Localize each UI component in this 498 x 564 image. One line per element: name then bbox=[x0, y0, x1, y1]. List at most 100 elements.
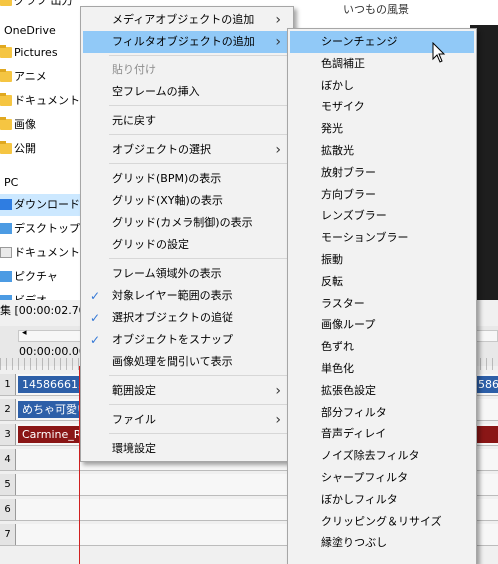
menu-item-label: 画像処理を間引いて表示 bbox=[112, 355, 233, 368]
nav-item[interactable]: Pictures bbox=[0, 42, 90, 64]
menu-item-label: 範囲設定 bbox=[112, 384, 156, 397]
filter-item-label: シーンチェンジ bbox=[321, 35, 398, 48]
filter-menu-item[interactable]: ぼかしフィルタ bbox=[290, 489, 474, 511]
context-menu-item[interactable]: ファイル › bbox=[83, 409, 291, 431]
menu-item-label: フィルタオブジェクトの追加 bbox=[112, 35, 255, 48]
submenu-arrow-icon: › bbox=[275, 142, 281, 158]
context-menu-item[interactable]: ✓ 対象レイヤー範囲の表示 bbox=[83, 285, 291, 307]
context-menu-item[interactable]: フレーム領域外の表示 bbox=[83, 263, 291, 285]
filter-menu-item[interactable]: シーンチェンジ bbox=[290, 31, 474, 53]
context-menu-item[interactable]: 環境設定 bbox=[83, 438, 291, 460]
context-menu-item[interactable]: グリッドの設定 bbox=[83, 234, 291, 256]
nav-item-fragment[interactable]: グラフ 出力 bbox=[0, 0, 90, 12]
filter-menu-item[interactable]: 音声ディレイ bbox=[290, 423, 474, 445]
context-menu-item[interactable]: 空フレームの挿入 bbox=[83, 81, 291, 103]
download-folder-icon bbox=[0, 199, 12, 210]
mouse-pointer-icon bbox=[432, 42, 446, 63]
filter-menu-item[interactable]: 拡散光 bbox=[290, 140, 474, 162]
filter-menu-item[interactable]: レンズブラー bbox=[290, 205, 474, 227]
menu-separator bbox=[109, 404, 289, 405]
filter-menu-item[interactable]: 単色化 bbox=[290, 358, 474, 380]
filter-menu-item[interactable]: 方向ブラー bbox=[290, 184, 474, 206]
filter-menu-item[interactable]: 画像ループ bbox=[290, 314, 474, 336]
filter-menu-item[interactable]: 色調補正 bbox=[290, 53, 474, 75]
menu-separator bbox=[109, 105, 289, 106]
context-menu-item[interactable]: 範囲設定 › bbox=[83, 380, 291, 402]
menu-separator bbox=[109, 134, 289, 135]
menu-item-label: 環境設定 bbox=[112, 442, 156, 455]
context-menu-item[interactable]: オブジェクトの選択 › bbox=[83, 139, 291, 161]
layer-number[interactable]: 3 bbox=[0, 424, 16, 445]
context-menu-item[interactable]: グリッド(カメラ制御)の表示 bbox=[83, 212, 291, 234]
layer-number[interactable]: 2 bbox=[0, 399, 16, 420]
menu-item-label: グリッド(カメラ制御)の表示 bbox=[112, 216, 253, 229]
context-menu-item[interactable]: 画像処理を間引いて表示 bbox=[83, 351, 291, 373]
context-menu-item[interactable]: グリッド(BPM)の表示 bbox=[83, 168, 291, 190]
timeline-clip[interactable]: 5866 bbox=[476, 376, 498, 393]
submenu-arrow-icon: › bbox=[275, 34, 281, 50]
nav-item-label: 画像 bbox=[14, 118, 36, 131]
context-menu-item[interactable]: ✓ 選択オブジェクトの追従 bbox=[83, 307, 291, 329]
filter-menu-item[interactable]: 振動 bbox=[290, 249, 474, 271]
nav-item[interactable]: OneDrive bbox=[0, 20, 90, 42]
scroll-left-arrow-icon[interactable]: ◂ bbox=[22, 328, 27, 338]
filter-item-label: 拡張色設定 bbox=[321, 383, 376, 397]
filter-menu-item[interactable]: 色ずれ bbox=[290, 336, 474, 358]
menu-separator bbox=[109, 55, 289, 56]
nav-item-label: 公開 bbox=[14, 142, 36, 155]
filter-menu-item[interactable]: モザイク bbox=[290, 96, 474, 118]
nav-item[interactable]: 画像 bbox=[0, 114, 90, 136]
filter-menu-item[interactable]: 縁塗りつぶし bbox=[290, 532, 474, 554]
context-menu-item[interactable]: メディアオブジェクトの追加 › bbox=[83, 9, 291, 31]
layer-number[interactable]: 4 bbox=[0, 449, 16, 470]
folder-icon bbox=[0, 93, 12, 106]
layer-number[interactable]: 1 bbox=[0, 374, 16, 395]
menu-separator bbox=[109, 163, 289, 164]
menu-item-label: オブジェクトをスナップ bbox=[112, 333, 233, 346]
filter-menu-item[interactable]: ぼかし bbox=[290, 75, 474, 97]
nav-item[interactable]: ドキュメント bbox=[0, 242, 90, 264]
timeline-title: 集 [00:00:02.70] bbox=[0, 304, 90, 317]
filter-menu-item[interactable]: 反転 bbox=[290, 271, 474, 293]
folder-icon bbox=[0, 69, 12, 82]
nav-item[interactable]: 公開 bbox=[0, 138, 90, 160]
context-menu-item[interactable]: 元に戻す bbox=[83, 110, 291, 132]
filter-menu-item[interactable]: 発光 bbox=[290, 118, 474, 140]
layer-number[interactable]: 5 bbox=[0, 474, 16, 495]
nav-item[interactable]: アニメ bbox=[0, 66, 90, 88]
nav-item-label: ドキュメント bbox=[14, 94, 80, 107]
filter-item-label: 反転 bbox=[321, 274, 343, 288]
nav-item[interactable]: ドキュメント bbox=[0, 90, 90, 112]
nav-item[interactable]: PC bbox=[0, 172, 90, 194]
filter-item-label: モザイク bbox=[321, 100, 365, 114]
filter-menu-item[interactable]: モーションブラー bbox=[290, 227, 474, 249]
filter-menu-item[interactable]: 部分フィルタ bbox=[290, 402, 474, 424]
context-menu-item[interactable]: グリッド(XY軸)の表示 bbox=[83, 190, 291, 212]
nav-item-label: OneDrive bbox=[4, 24, 56, 37]
checkmark-icon: ✓ bbox=[90, 311, 101, 325]
filter-menu-item[interactable]: ノイズ除去フィルタ bbox=[290, 445, 474, 467]
desktop-folder-icon bbox=[0, 223, 12, 234]
filter-menu-item[interactable]: ラスター bbox=[290, 293, 474, 315]
filter-menu-item[interactable]: 拡張色設定 bbox=[290, 380, 474, 402]
filter-menu-item[interactable]: クリッピング＆リサイズ bbox=[290, 511, 474, 533]
context-menu-item[interactable]: フィルタオブジェクトの追加 › bbox=[83, 31, 291, 53]
submenu-arrow-icon: › bbox=[275, 412, 281, 428]
filter-menu-item[interactable]: 放射ブラー bbox=[290, 162, 474, 184]
nav-item-label: デスクトップ bbox=[14, 222, 80, 235]
filter-item-label: ぼかしフィルタ bbox=[321, 492, 398, 506]
layer-number[interactable]: 7 bbox=[0, 524, 16, 545]
submenu-arrow-icon: › bbox=[275, 383, 281, 399]
context-menu-item[interactable]: ✓ オブジェクトをスナップ bbox=[83, 329, 291, 351]
nav-item[interactable]: ダウンロード bbox=[0, 194, 90, 216]
menu-separator bbox=[109, 375, 289, 376]
folder-icon bbox=[0, 117, 12, 130]
menu-item-label: フレーム領域外の表示 bbox=[112, 267, 222, 280]
filter-menu-item[interactable]: シャープフィルタ bbox=[290, 467, 474, 489]
nav-item[interactable]: ピクチャ bbox=[0, 266, 90, 288]
documents-folder-icon bbox=[0, 247, 12, 258]
timeline-clip[interactable]: めちゃ可愛い bbox=[18, 401, 88, 418]
layer-number[interactable]: 6 bbox=[0, 499, 16, 520]
nav-item[interactable]: デスクトップ bbox=[0, 218, 90, 240]
nav-item-label: PC bbox=[4, 176, 19, 189]
